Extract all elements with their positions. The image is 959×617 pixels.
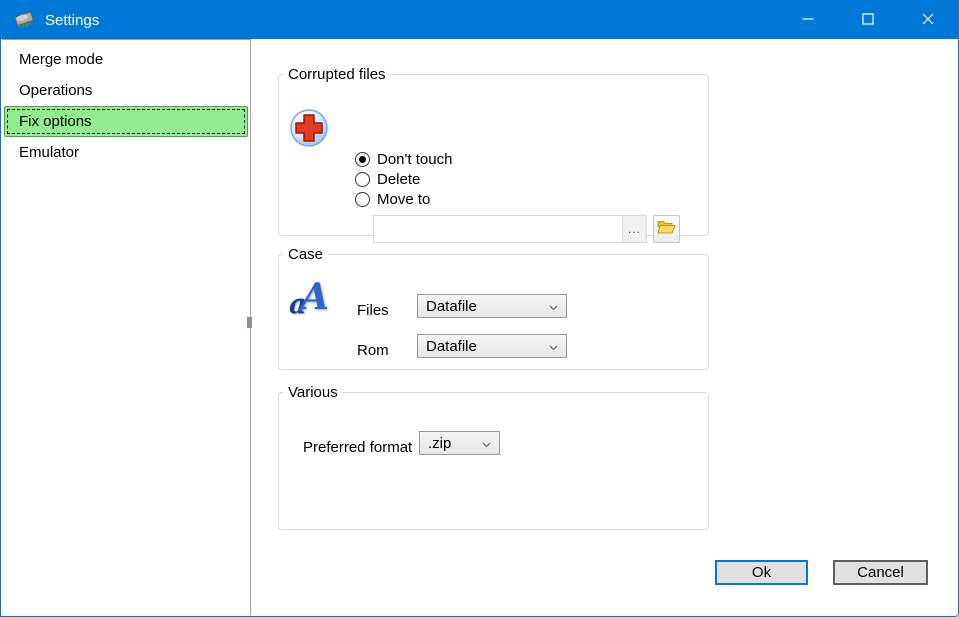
browse-folder-button[interactable]: [653, 215, 680, 243]
settings-window: Settings Merge mode Operations Fix opti: [0, 0, 959, 617]
rom-case-value: Datafile: [426, 338, 477, 355]
radio-dont-touch-label: Don't touch: [377, 151, 452, 168]
files-case-dropdown[interactable]: Datafile: [417, 294, 567, 318]
rom-case-dropdown[interactable]: Datafile: [417, 334, 567, 358]
minimize-icon: [802, 12, 814, 29]
corrupted-files-group-title: Corrupted files: [283, 66, 391, 83]
move-to-path-input[interactable]: [373, 215, 622, 243]
maximize-button[interactable]: [838, 1, 898, 39]
close-icon: [922, 12, 934, 29]
radio-move-to[interactable]: Move to: [355, 189, 430, 209]
sidebar: Merge mode Operations Fix options Emulat…: [2, 39, 251, 615]
maximize-icon: [862, 12, 874, 29]
preferred-format-value: .zip: [428, 435, 451, 452]
minimize-button[interactable]: [778, 1, 838, 39]
titlebar[interactable]: Settings: [1, 1, 958, 39]
open-folder-icon: [657, 219, 676, 239]
corrupted-files-group: Corrupted files Don't touch Delete: [278, 66, 709, 236]
chevron-down-icon: [482, 435, 491, 452]
files-label: Files: [357, 302, 389, 320]
close-button[interactable]: [898, 1, 958, 39]
preferred-format-label: Preferred format: [303, 439, 412, 457]
files-case-value: Datafile: [426, 298, 477, 315]
case-group: Case aA Files Datafile Rom Datafile: [278, 246, 709, 370]
radio-move-to-label: Move to: [377, 191, 430, 208]
move-to-path-row: ...: [373, 215, 680, 243]
sidebar-item-fix-options[interactable]: Fix options: [4, 106, 248, 137]
radio-delete[interactable]: Delete: [355, 169, 420, 189]
case-group-title: Case: [283, 246, 328, 263]
radio-delete-circle: [355, 172, 370, 187]
various-group-title: Various: [283, 384, 343, 401]
browse-ellipsis-button[interactable]: ...: [622, 215, 647, 243]
chevron-down-icon: [549, 298, 558, 315]
radio-dont-touch-circle: [355, 152, 370, 167]
letter-case-icon: aA: [287, 279, 331, 323]
radio-delete-label: Delete: [377, 171, 420, 188]
sidebar-item-emulator[interactable]: Emulator: [4, 137, 248, 168]
rom-chip-icon: [13, 8, 37, 32]
window-title: Settings: [45, 12, 99, 29]
radio-move-to-circle: [355, 192, 370, 207]
ok-button[interactable]: Ok: [715, 560, 808, 585]
radio-dont-touch[interactable]: Don't touch: [355, 149, 452, 169]
red-cross-icon: [289, 107, 331, 153]
resize-grip[interactable]: [951, 609, 954, 612]
sidebar-item-operations[interactable]: Operations: [4, 75, 248, 106]
rom-label: Rom: [357, 342, 389, 360]
chevron-down-icon: [549, 338, 558, 355]
cancel-button[interactable]: Cancel: [833, 560, 928, 585]
various-group: Various Preferred format .zip: [278, 384, 709, 530]
caption-buttons: [778, 1, 958, 39]
sidebar-splitter[interactable]: [247, 317, 252, 328]
sidebar-item-merge-mode[interactable]: Merge mode: [4, 44, 248, 75]
preferred-format-dropdown[interactable]: .zip: [419, 431, 500, 455]
